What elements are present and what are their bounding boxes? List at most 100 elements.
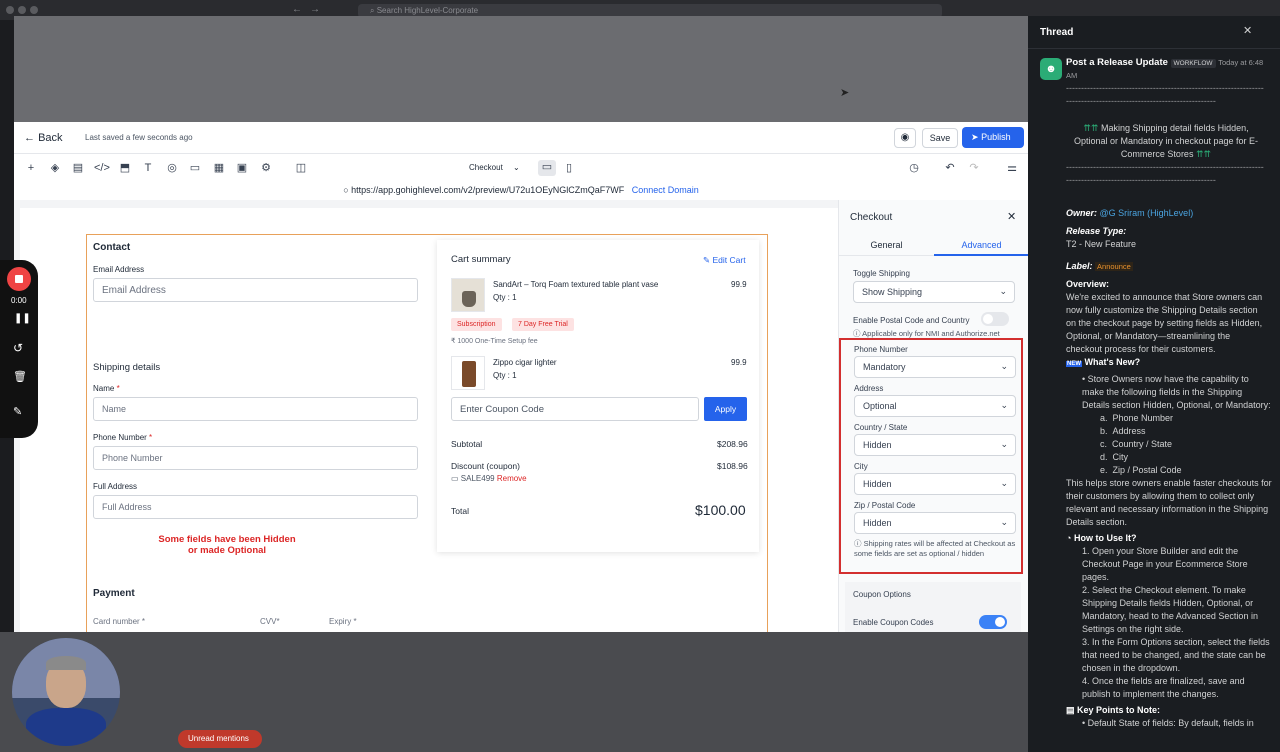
payment-heading: Payment xyxy=(93,588,135,599)
back-button[interactable]: ← Back xyxy=(24,132,63,144)
city-select[interactable]: Hidden ⌄ xyxy=(854,473,1016,495)
minimize-window-dot[interactable] xyxy=(18,6,26,14)
owner-mention[interactable]: @G Sriram (HighLevel) xyxy=(1100,208,1194,218)
panel-title: Checkout xyxy=(850,212,893,223)
canvas-area: Contact Email Address Email Address Ship… xyxy=(14,200,838,632)
discount-value: $108.96 xyxy=(717,461,748,471)
search-icon: ⌕ xyxy=(370,6,377,15)
add-element-icon[interactable]: + xyxy=(24,161,38,175)
address-field[interactable]: Full Address xyxy=(93,495,418,519)
page-canvas: Contact Email Address Email Address Ship… xyxy=(20,208,838,632)
edit-cart-link[interactable]: ✎ Edit Cart xyxy=(703,255,746,266)
key-points-first: • Default State of fields: By default, f… xyxy=(1082,718,1254,728)
undo-icon[interactable]: ↶ xyxy=(943,161,957,175)
pages-icon[interactable]: ▤ xyxy=(71,161,85,175)
zip-postal-select[interactable]: Hidden ⌄ xyxy=(854,512,1016,534)
contact-heading: Contact xyxy=(93,242,131,253)
field-label: City xyxy=(854,462,868,471)
product-image-lighter xyxy=(451,356,485,390)
cvv-label: CVV* xyxy=(260,617,280,626)
field-label: Zip / Postal Code xyxy=(854,501,916,510)
field-label: Address xyxy=(854,384,884,393)
preview-eye-icon[interactable]: ◉ xyxy=(894,128,916,148)
postal-toggle-switch[interactable] xyxy=(981,312,1009,326)
chevron-down-icon: ⌄ xyxy=(1000,361,1008,371)
webcam-bubble[interactable] xyxy=(12,638,120,746)
builder-toolbar: + ◈ ▤ </> ⬒ T ◎ ▭ ▦ ▣ ⚙ ◫ Checkout ⌄ ▭ ▯… xyxy=(14,154,1028,180)
unread-mentions-pill[interactable]: Unread mentions xyxy=(178,730,262,748)
element-select[interactable]: Checkout ⌄ xyxy=(469,163,520,172)
helps-text: This helps store owners enable faster ch… xyxy=(1066,478,1272,527)
record-timer: 0:00 xyxy=(11,296,27,305)
publish-button[interactable]: ➤ Publish xyxy=(962,127,1024,148)
chevron-down-icon: ⌄ xyxy=(1000,400,1008,410)
code-icon[interactable]: </> xyxy=(94,161,110,175)
name-field[interactable]: Name xyxy=(93,397,418,421)
tag-icon: ▭ xyxy=(451,474,459,483)
cart-item-name: Zippo cigar lighter xyxy=(493,358,557,367)
preview-url[interactable]: https://app.gohighlevel.com/v2/preview/U… xyxy=(351,185,624,195)
close-window-dot[interactable] xyxy=(6,6,14,14)
toggle-shipping-select[interactable]: Show Shipping ⌄ xyxy=(853,281,1015,303)
divider xyxy=(1028,48,1280,49)
enable-coupon-label: Enable Coupon Codes xyxy=(853,618,934,627)
history-icon[interactable]: ◷ xyxy=(907,161,921,175)
apply-button[interactable]: Apply xyxy=(704,397,747,421)
mobile-view-icon[interactable]: ▯ xyxy=(562,161,576,175)
key-points-heading: ▤ Key Points to Note: xyxy=(1066,705,1161,715)
zoom-window-dot[interactable] xyxy=(30,6,38,14)
back-arrow-icon[interactable]: ← xyxy=(292,4,302,15)
whats-new-heading: NEW What's New? xyxy=(1066,357,1141,367)
phone-field[interactable]: Phone Number xyxy=(93,446,418,470)
settings-sliders-icon[interactable]: ⚌ xyxy=(1005,161,1019,175)
chevron-down-icon: ⌄ xyxy=(1000,478,1008,488)
tab-general[interactable]: General xyxy=(839,236,934,256)
steps-list: 1. Open your Store Builder and edit the … xyxy=(1082,546,1270,699)
stop-record-button[interactable] xyxy=(7,267,31,291)
section-icon[interactable]: ▭ xyxy=(188,161,202,175)
trash-icon[interactable]: 🗑 xyxy=(13,370,27,383)
text-icon[interactable]: T xyxy=(141,161,155,175)
phone-number-select[interactable]: Mandatory ⌄ xyxy=(854,356,1016,378)
form-icon[interactable]: ▦ xyxy=(212,161,226,175)
message-body: ----------------------------------------… xyxy=(1066,82,1266,382)
enable-coupon-toggle[interactable] xyxy=(979,615,1007,629)
brush-icon[interactable]: ⬒ xyxy=(118,161,132,175)
coupon-input[interactable]: Enter Coupon Code xyxy=(451,397,699,421)
thread-title: Thread xyxy=(1040,27,1074,38)
workflow-name[interactable]: Post a Release Update xyxy=(1066,57,1168,68)
connect-domain-link[interactable]: Connect Domain xyxy=(632,185,699,195)
redo-icon[interactable]: ↷ xyxy=(967,161,981,175)
close-icon[interactable]: ✕ xyxy=(1243,25,1252,38)
forward-arrow-icon[interactable]: → xyxy=(310,4,320,15)
layers-icon[interactable]: ◈ xyxy=(48,161,62,175)
remove-coupon-link[interactable]: Remove xyxy=(497,474,527,483)
address-select[interactable]: Optional ⌄ xyxy=(854,395,1016,417)
toggle-shipping-label: Toggle Shipping xyxy=(853,269,910,278)
desktop-view-icon[interactable]: ▭ xyxy=(538,160,556,176)
pen-icon[interactable]: ✎ xyxy=(13,405,22,418)
workflow-avatar: ☻ xyxy=(1040,58,1062,80)
close-icon[interactable]: ✕ xyxy=(1007,210,1016,223)
restart-icon[interactable]: ↺ xyxy=(13,341,23,355)
save-button[interactable]: Save xyxy=(922,128,958,148)
pause-icon[interactable]: ❚❚ xyxy=(14,313,31,324)
overview-text: We're excited to announce that Store own… xyxy=(1066,292,1263,354)
cart-summary: Cart summary ✎ Edit Cart SandArt – Torq … xyxy=(437,240,759,552)
email-field[interactable]: Email Address xyxy=(93,278,418,302)
release-type-label: Release Type: xyxy=(1066,226,1127,236)
shapes-icon[interactable]: ◎ xyxy=(165,161,179,175)
media-icon[interactable]: ▣ xyxy=(235,161,249,175)
dimmed-overlay-top: ➤ xyxy=(14,16,1028,122)
shipping-heading: Shipping details xyxy=(93,362,161,373)
columns-icon[interactable]: ◫ xyxy=(294,161,308,175)
tab-advanced[interactable]: Advanced xyxy=(934,236,1028,256)
chevron-down-icon: ⌄ xyxy=(999,286,1007,296)
settings-cog-icon[interactable]: ⚙ xyxy=(259,161,273,175)
message-time: Today at 6:48 xyxy=(1218,58,1264,67)
saved-status: Last saved a few seconds ago xyxy=(85,133,193,142)
checkout-element[interactable]: Contact Email Address Email Address Ship… xyxy=(86,234,768,632)
headline: ⇈⇈ Making Shipping detail fields Hidden,… xyxy=(1073,123,1259,159)
country-state-select[interactable]: Hidden ⌄ xyxy=(854,434,1016,456)
name-label: Name * xyxy=(93,384,120,393)
